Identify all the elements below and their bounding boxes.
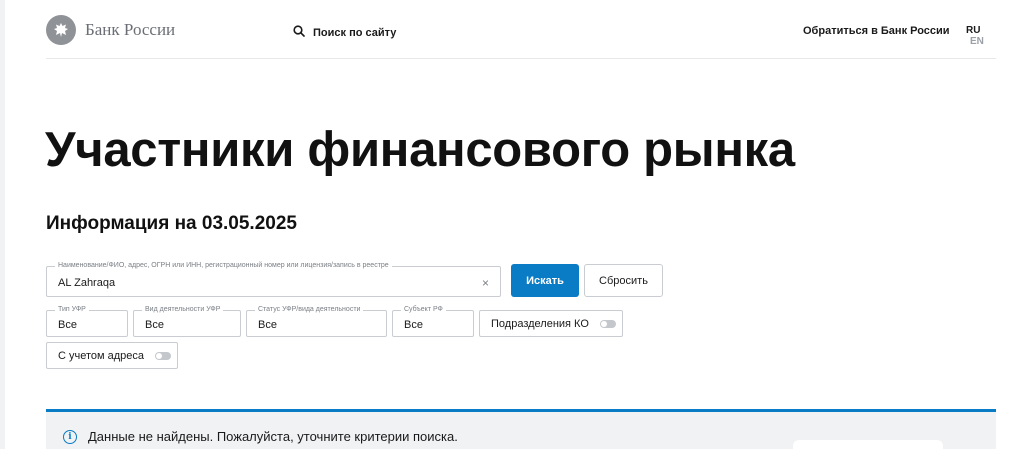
address-toggle-label: С учетом адреса bbox=[58, 349, 145, 362]
search-query-field[interactable]: Наименование/ФИО, адрес, ОГРН или ИНН, р… bbox=[46, 261, 501, 297]
filter-label: Субъект РФ bbox=[401, 305, 446, 315]
branches-toggle-label: Подразделения КО bbox=[491, 317, 589, 330]
address-toggle-switch[interactable] bbox=[155, 351, 172, 360]
header-divider bbox=[46, 58, 996, 59]
site-search-button[interactable]: Поиск по сайту bbox=[293, 24, 396, 42]
address-toggle[interactable]: С учетом адреса bbox=[46, 342, 178, 369]
result-message: Данные не найдены. Пожалуйста, уточните … bbox=[88, 429, 458, 444]
search-button[interactable]: Искать bbox=[511, 264, 579, 297]
filter-label: Вид деятельности УФР bbox=[142, 305, 224, 315]
branches-toggle[interactable]: Подразделения КО bbox=[479, 310, 623, 337]
result-card-edge bbox=[793, 440, 943, 449]
filter-status[interactable]: Статус УФР/вида деятельности Все bbox=[246, 305, 387, 337]
filter-ufr-type[interactable]: Тип УФР Все bbox=[46, 305, 128, 337]
left-rail bbox=[0, 0, 5, 449]
filter-value: Все bbox=[145, 319, 164, 331]
search-query-value[interactable]: AL Zahraqa bbox=[58, 277, 115, 289]
filter-value: Все bbox=[58, 319, 77, 331]
filter-region[interactable]: Субъект РФ Все bbox=[392, 305, 474, 337]
contact-link[interactable]: Обратиться в Банк России bbox=[803, 25, 950, 37]
filter-value: Все bbox=[258, 319, 277, 331]
filter-label: Статус УФР/вида деятельности bbox=[255, 305, 364, 315]
branches-toggle-switch[interactable] bbox=[599, 319, 616, 328]
lang-en-link[interactable]: EN bbox=[970, 36, 984, 47]
clear-icon[interactable]: × bbox=[482, 276, 489, 290]
filter-activity-type[interactable]: Вид деятельности УФР Все bbox=[133, 305, 241, 337]
logo[interactable]: Банк России bbox=[46, 15, 175, 45]
info-date-heading: Информация на 03.05.2025 bbox=[46, 213, 297, 234]
result-notice: i Данные не найдены. Пожалуйста, уточнит… bbox=[46, 412, 996, 449]
page-title: Участники финансового рынка bbox=[45, 123, 795, 177]
search-label: Поиск по сайту bbox=[313, 27, 397, 39]
lang-ru-link[interactable]: RU bbox=[966, 25, 980, 36]
search-query-label: Наименование/ФИО, адрес, ОГРН или ИНН, р… bbox=[55, 261, 392, 271]
filter-label: Тип УФР bbox=[55, 305, 89, 315]
language-switch: RU EN bbox=[966, 25, 996, 47]
reset-button[interactable]: Сбросить bbox=[584, 264, 663, 297]
search-icon bbox=[293, 24, 305, 42]
filter-value: Все bbox=[404, 319, 423, 331]
eagle-emblem-icon bbox=[46, 15, 76, 45]
logo-text: Банк России bbox=[85, 20, 176, 39]
site-header: Банк России Поиск по сайту Обратиться в … bbox=[46, 12, 996, 52]
info-icon: i bbox=[63, 430, 77, 444]
